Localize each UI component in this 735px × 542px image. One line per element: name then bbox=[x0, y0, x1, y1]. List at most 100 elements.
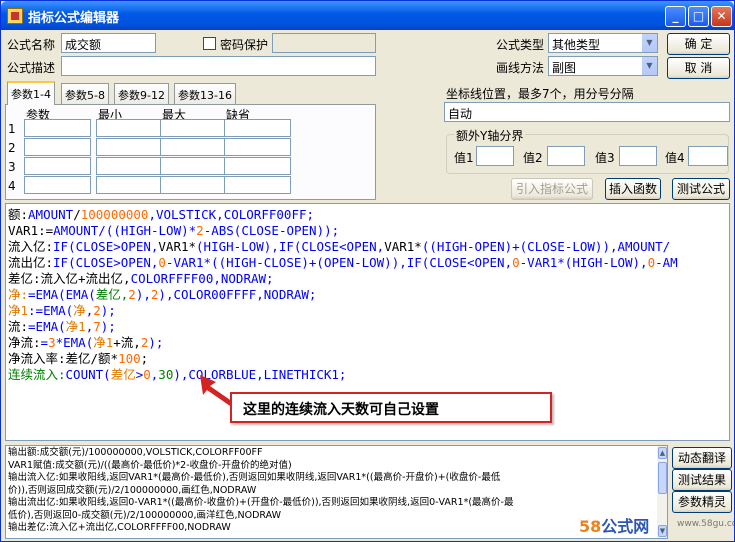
param-default-input[interactable] bbox=[224, 119, 291, 137]
draw-method-value: 副图 bbox=[552, 61, 577, 75]
cancel-button[interactable]: 取 消 bbox=[667, 57, 730, 79]
password-label: 密码保护 bbox=[220, 38, 269, 52]
import-formula-button[interactable]: 引入指标公式 bbox=[511, 178, 593, 200]
param-min-input[interactable] bbox=[96, 176, 163, 194]
test-formula-button[interactable]: 测试公式 bbox=[672, 178, 730, 200]
password-checkbox[interactable] bbox=[203, 37, 216, 50]
param-name-input[interactable] bbox=[24, 157, 91, 175]
code-token: +流, bbox=[113, 335, 141, 350]
maximize-button[interactable]: □ bbox=[688, 6, 709, 27]
param-row-number: 3 bbox=[8, 160, 16, 174]
code-token: 净 bbox=[73, 303, 86, 318]
extra-y-input-4[interactable] bbox=[688, 146, 728, 166]
insert-function-button[interactable]: 插入函数 bbox=[605, 178, 661, 200]
param-max-input[interactable] bbox=[160, 176, 227, 194]
extra-y-label-3: 值3 bbox=[595, 151, 615, 165]
code-token: -VAR1*(HIGH-LOW), bbox=[519, 255, 648, 270]
param-name-input[interactable] bbox=[24, 138, 91, 156]
code-token: 2 bbox=[93, 303, 101, 318]
extra-y-axis-label: 额外Y轴分界 bbox=[454, 127, 526, 144]
tab-params-13-16[interactable]: 参数13-16 bbox=[174, 83, 236, 104]
extra-y-label-2: 值2 bbox=[523, 151, 543, 165]
dynamic-translate-button[interactable]: 动态翻译 bbox=[672, 447, 732, 469]
translation-output[interactable]: ▲ ▼ 输出额:成交额(元)/100000000,VOLSTICK,COLORF… bbox=[5, 445, 668, 539]
param-default-input[interactable] bbox=[224, 176, 291, 194]
param-default-input[interactable] bbox=[224, 138, 291, 156]
param-wizard-button[interactable]: 参数精灵 bbox=[672, 491, 732, 513]
code-token: 净流: bbox=[8, 335, 41, 350]
param-row-number: 1 bbox=[8, 122, 16, 136]
param-max-input[interactable] bbox=[160, 157, 227, 175]
formula-type-select[interactable]: 其他类型 ▼ bbox=[548, 33, 658, 53]
code-token: =EMA( bbox=[28, 319, 66, 334]
extra-y-input-2[interactable] bbox=[547, 146, 585, 166]
output-line: 价)),否则返回成交额(元)/2/100000000,画红色,NODRAW bbox=[8, 484, 257, 496]
extra-y-input-3[interactable] bbox=[619, 146, 657, 166]
title-bar[interactable]: 指标公式编辑器 _ □ ✕ bbox=[1, 1, 734, 30]
password-input[interactable] bbox=[272, 33, 376, 53]
code-token: ), bbox=[135, 287, 151, 302]
param-name-input[interactable] bbox=[24, 119, 91, 137]
code-token: 净1 bbox=[65, 319, 86, 334]
app-icon bbox=[7, 8, 23, 24]
output-line: 输出额:成交额(元)/100000000,VOLSTICK,COLORFF00F… bbox=[8, 447, 263, 458]
formula-type-value: 其他类型 bbox=[552, 38, 601, 52]
param-tabs: 参数1-4 参数5-8 参数9-12 参数13-16 bbox=[5, 81, 376, 106]
code-token: 0 bbox=[158, 255, 166, 270]
close-button[interactable]: ✕ bbox=[711, 6, 732, 27]
code-token: 流出亿: bbox=[8, 255, 54, 270]
tab-params-5-8[interactable]: 参数5-8 bbox=[61, 83, 109, 104]
output-line: 输出差亿:流入亿+流出亿,COLORFFFF00,NODRAW bbox=[8, 522, 231, 533]
scroll-thumb[interactable] bbox=[658, 462, 667, 494]
code-token: = bbox=[40, 335, 49, 350]
output-line: 低价),否则返回0-成交额(元)/2/100000000,画洋红色,NODRAW bbox=[8, 509, 281, 521]
watermark-url: www.58gu.com bbox=[677, 519, 734, 529]
code-token: 净: bbox=[8, 287, 29, 302]
param-min-input[interactable] bbox=[96, 157, 163, 175]
code-line: 连续流入:COUNT(差亿>0,30),COLORBLUE,LINETHICK1… bbox=[8, 365, 346, 385]
param-min-input[interactable] bbox=[96, 138, 163, 156]
axis-lines-input[interactable]: 自动 bbox=[444, 102, 730, 122]
chevron-down-icon[interactable]: ▼ bbox=[641, 57, 657, 75]
param-panel: 参数 最小 最大 缺省 1 2 3 4 bbox=[5, 104, 376, 200]
output-scrollbar[interactable]: ▲ ▼ bbox=[657, 446, 667, 538]
code-token: 2 bbox=[196, 223, 204, 238]
param-max-input[interactable] bbox=[160, 119, 227, 137]
window-title: 指标公式编辑器 bbox=[28, 11, 120, 26]
test-result-button[interactable]: 测试结果 bbox=[672, 469, 732, 491]
code-token: -ABS(CLOSE-OPEN)); bbox=[203, 223, 340, 238]
code-token: 净流入率:差亿/额* bbox=[8, 351, 119, 366]
ok-button[interactable]: 确 定 bbox=[667, 33, 730, 55]
code-token: -VAR1* bbox=[165, 255, 212, 270]
tab-params-9-12[interactable]: 参数9-12 bbox=[114, 83, 169, 104]
param-name-input[interactable] bbox=[24, 176, 91, 194]
param-row-number: 4 bbox=[8, 179, 16, 193]
axis-lines-label: 坐标线位置，最多7个，用分号分隔 bbox=[446, 87, 634, 101]
param-default-input[interactable] bbox=[224, 157, 291, 175]
code-token: 0 bbox=[512, 255, 520, 270]
formula-name-input[interactable]: 成交额 bbox=[61, 33, 156, 53]
code-token: ,VOLSTICK,COLORFF00FF; bbox=[148, 207, 315, 222]
param-min-input[interactable] bbox=[96, 119, 163, 137]
chevron-down-icon[interactable]: ▼ bbox=[641, 34, 657, 52]
code-token: COLORFFFF00,NODRAW; bbox=[130, 271, 274, 286]
param-max-input[interactable] bbox=[160, 138, 227, 156]
watermark-number: 58 bbox=[579, 517, 602, 536]
code-token: ((HIGH-OPEN)+(CLOSE-LOW)),AMOUNT/ bbox=[421, 239, 671, 254]
scroll-up-icon[interactable]: ▲ bbox=[658, 447, 667, 459]
watermark-brand: 公式网 bbox=[601, 517, 650, 536]
extra-y-input-1[interactable] bbox=[476, 146, 514, 166]
scroll-down-icon[interactable]: ▼ bbox=[658, 525, 667, 537]
code-token: VAR1* bbox=[384, 239, 422, 254]
code-token: COUNT( bbox=[65, 367, 111, 382]
tab-params-1-4[interactable]: 参数1-4 bbox=[7, 81, 55, 105]
code-token: (HIGH-LOW),IF(CLOSE<OPEN, bbox=[196, 239, 385, 254]
formula-desc-input[interactable] bbox=[61, 56, 376, 76]
code-token: IF(CLOSE>OPEN, bbox=[53, 239, 159, 254]
code-token: 2 bbox=[128, 287, 136, 302]
code-token: AMOUNT bbox=[28, 207, 74, 222]
output-line: 输出流入亿:如果收阳线,返回VAR1*(最高价-最低价),否则返回如果收阴线,返… bbox=[8, 472, 501, 483]
minimize-button[interactable]: _ bbox=[665, 6, 686, 27]
draw-method-select[interactable]: 副图 ▼ bbox=[548, 56, 658, 76]
formula-name-label: 公式名称 bbox=[7, 38, 56, 52]
